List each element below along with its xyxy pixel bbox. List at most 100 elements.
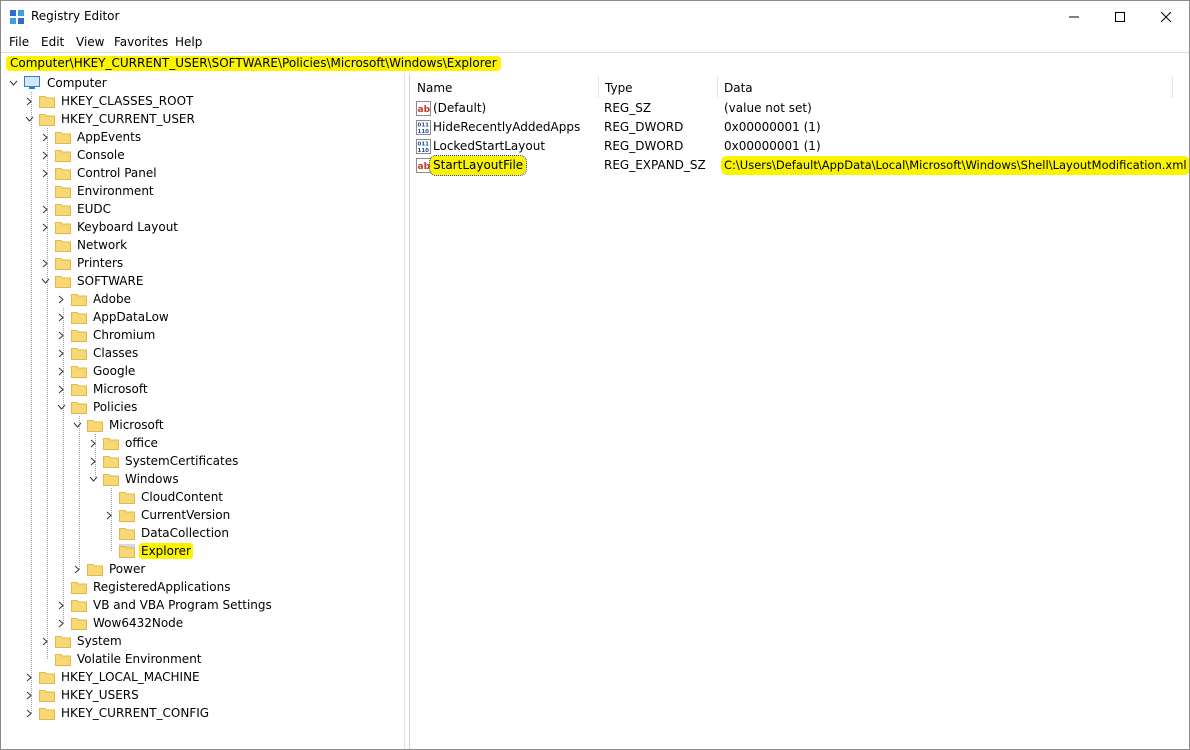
tree-label[interactable]: RegisteredApplications — [91, 579, 232, 595]
chevron-right-icon[interactable] — [55, 344, 67, 362]
maximize-button[interactable] — [1097, 1, 1143, 32]
tree-label[interactable]: AppDataLow — [91, 309, 171, 325]
value-name[interactable]: HideRecentlyAddedApps — [433, 118, 580, 137]
chevron-down-icon[interactable] — [7, 74, 19, 92]
tree-node[interactable]: Wow6432Node — [55, 614, 185, 632]
tree-label[interactable]: Explorer — [139, 543, 193, 559]
minimize-button[interactable] — [1051, 1, 1097, 32]
tree-node[interactable]: HKEY_USERS — [23, 686, 141, 704]
tree-node[interactable]: EUDC — [39, 200, 113, 218]
tree-node[interactable]: HKEY_CURRENT_USER — [23, 110, 197, 128]
column-header-data[interactable]: Data — [717, 78, 1172, 98]
chevron-right-icon[interactable] — [39, 164, 51, 182]
tree-node[interactable]: VB and VBA Program Settings — [55, 596, 274, 614]
chevron-right-icon[interactable] — [87, 434, 99, 452]
tree-node[interactable]: Chromium — [55, 326, 157, 344]
tree-node[interactable]: office — [87, 434, 160, 452]
close-button[interactable] — [1143, 1, 1189, 32]
tree-node[interactable]: CurrentVersion — [103, 506, 232, 524]
tree-label[interactable]: Printers — [75, 255, 125, 271]
chevron-right-icon[interactable] — [103, 506, 115, 524]
tree-node[interactable]: Network — [39, 236, 129, 254]
tree-label[interactable]: CurrentVersion — [139, 507, 232, 523]
tree-node[interactable]: RegisteredApplications — [55, 578, 232, 596]
menu-help[interactable]: Help — [175, 35, 202, 49]
tree-label[interactable]: AppEvents — [75, 129, 143, 145]
chevron-right-icon[interactable] — [39, 128, 51, 146]
chevron-right-icon[interactable] — [23, 668, 35, 686]
tree-label[interactable]: Policies — [91, 399, 139, 415]
column-header-type[interactable]: Type — [598, 78, 718, 98]
tree-label[interactable]: DataCollection — [139, 525, 231, 541]
chevron-right-icon[interactable] — [39, 632, 51, 650]
chevron-right-icon[interactable] — [55, 308, 67, 326]
value-row[interactable]: ab (Default) REG_SZ (value not set) — [410, 99, 1189, 118]
title-bar[interactable]: Registry Editor — [1, 1, 1189, 32]
chevron-right-icon[interactable] — [71, 560, 83, 578]
chevron-right-icon[interactable] — [55, 614, 67, 632]
chevron-right-icon[interactable] — [87, 452, 99, 470]
tree-label[interactable]: EUDC — [75, 201, 113, 217]
key-tree-pane[interactable]: Computer HKEY_CLASSES_ROOT HKEY_CURRENT_… — [1, 74, 404, 749]
tree-label[interactable]: Microsoft — [91, 381, 150, 397]
tree-node[interactable]: Volatile Environment — [39, 650, 204, 668]
tree-label[interactable]: HKEY_LOCAL_MACHINE — [59, 669, 202, 685]
chevron-down-icon[interactable] — [55, 398, 67, 416]
tree-node[interactable]: SystemCertificates — [87, 452, 240, 470]
tree-node[interactable]: AppEvents — [39, 128, 143, 146]
chevron-right-icon[interactable] — [23, 686, 35, 704]
value-row-selected[interactable]: ab StartLayoutFile REG_EXPAND_SZ C:\User… — [410, 155, 1189, 176]
chevron-right-icon[interactable] — [39, 254, 51, 272]
tree-node[interactable]: Microsoft — [55, 380, 150, 398]
tree-node-computer[interactable]: Computer — [7, 74, 109, 92]
chevron-right-icon[interactable] — [23, 92, 35, 110]
tree-label[interactable]: HKEY_CURRENT_CONFIG — [59, 705, 211, 721]
tree-label[interactable]: Keyboard Layout — [75, 219, 180, 235]
tree-node[interactable]: Keyboard Layout — [39, 218, 180, 236]
tree-label[interactable]: Volatile Environment — [75, 651, 204, 667]
menu-file[interactable]: File — [9, 35, 29, 49]
tree-node[interactable]: Classes — [55, 344, 140, 362]
tree-label[interactable]: Network — [75, 237, 129, 253]
tree-node-selected[interactable]: Explorer — [103, 542, 193, 560]
tree-node[interactable]: AppDataLow — [55, 308, 171, 326]
tree-label[interactable]: Console — [75, 147, 127, 163]
tree-label[interactable]: HKEY_CLASSES_ROOT — [59, 93, 195, 109]
column-header-name[interactable]: Name — [410, 78, 598, 98]
tree-node[interactable]: DataCollection — [103, 524, 231, 542]
tree-node[interactable]: HKEY_LOCAL_MACHINE — [23, 668, 202, 686]
tree-label[interactable]: Windows — [123, 471, 181, 487]
tree-label[interactable]: SystemCertificates — [123, 453, 240, 469]
tree-node[interactable]: HKEY_CURRENT_CONFIG — [23, 704, 211, 722]
chevron-right-icon[interactable] — [39, 200, 51, 218]
menu-favorites[interactable]: Favorites — [114, 35, 168, 49]
tree-label[interactable]: Adobe — [91, 291, 133, 307]
tree-node[interactable]: Microsoft — [71, 416, 166, 434]
tree-label[interactable]: CloudContent — [139, 489, 225, 505]
menu-edit[interactable]: Edit — [41, 35, 64, 49]
tree-node[interactable]: Console — [39, 146, 127, 164]
chevron-right-icon[interactable] — [55, 362, 67, 380]
chevron-right-icon[interactable] — [55, 326, 67, 344]
tree-label[interactable]: Power — [107, 561, 147, 577]
chevron-down-icon[interactable] — [39, 272, 51, 290]
tree-node[interactable]: Power — [71, 560, 147, 578]
chevron-right-icon[interactable] — [39, 146, 51, 164]
value-name[interactable]: LockedStartLayout — [433, 137, 545, 156]
tree-node[interactable]: Windows — [87, 470, 181, 488]
value-row[interactable]: 011 110 HideRecentlyAddedApps REG_DWORD 0… — [410, 118, 1189, 137]
chevron-down-icon[interactable] — [87, 470, 99, 488]
column-divider[interactable] — [1172, 76, 1173, 98]
tree-label[interactable]: Google — [91, 363, 137, 379]
tree-label[interactable]: HKEY_CURRENT_USER — [59, 111, 197, 127]
value-row[interactable]: 011 110 LockedStartLayout REG_DWORD 0x000… — [410, 137, 1189, 156]
chevron-down-icon[interactable] — [23, 110, 35, 128]
tree-node[interactable]: CloudContent — [103, 488, 225, 506]
chevron-right-icon[interactable] — [23, 704, 35, 722]
chevron-right-icon[interactable] — [39, 218, 51, 236]
tree-node[interactable]: Environment — [39, 182, 156, 200]
tree-label[interactable]: SOFTWARE — [75, 273, 145, 289]
tree-label[interactable]: HKEY_USERS — [59, 687, 141, 703]
tree-label[interactable]: Microsoft — [107, 417, 166, 433]
tree-label[interactable]: office — [123, 435, 160, 451]
